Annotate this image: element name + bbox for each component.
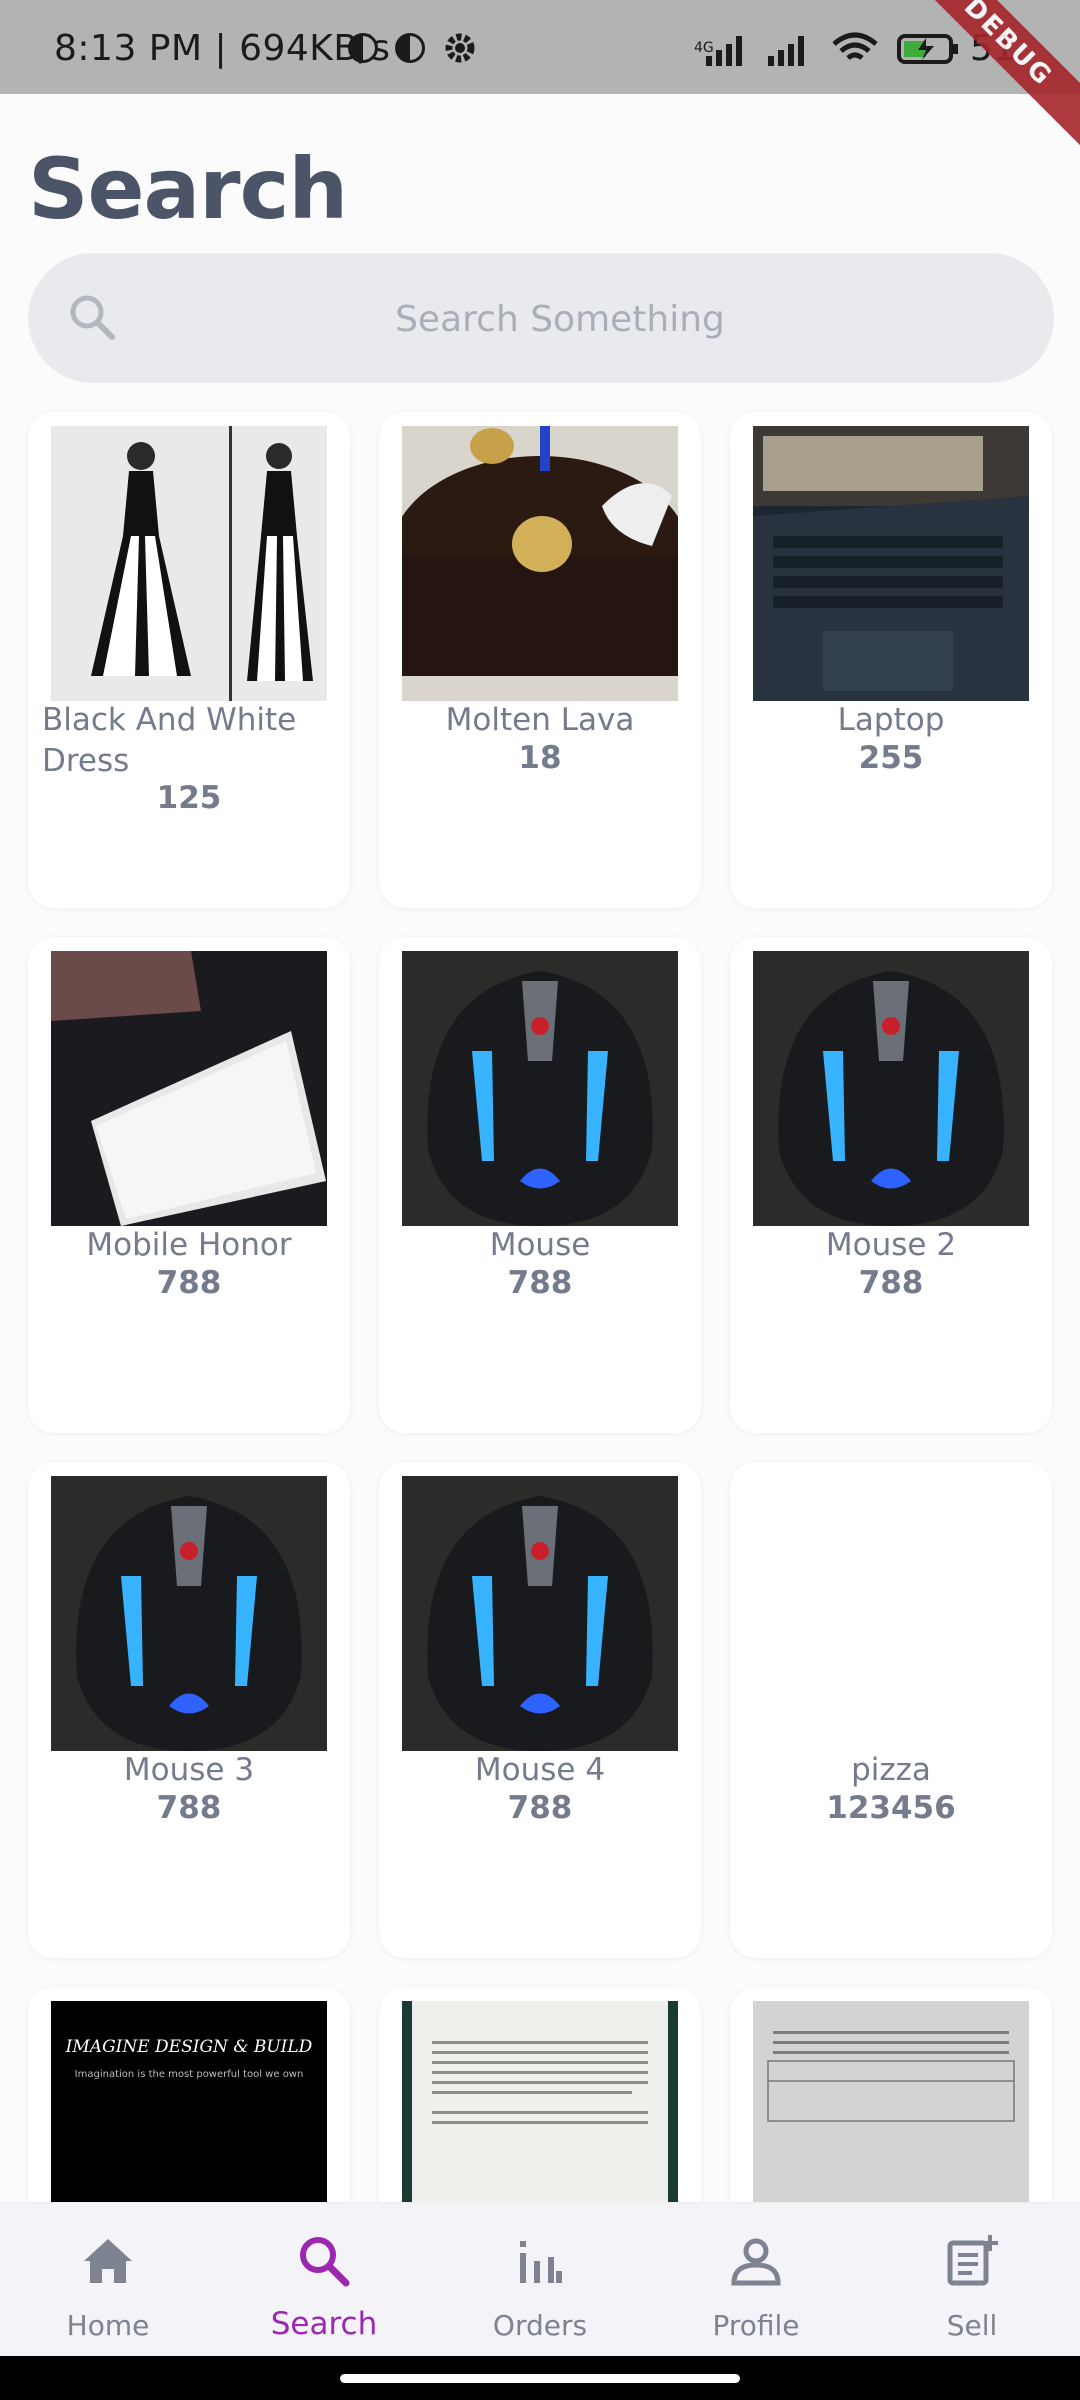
product-image-circular (753, 2001, 1029, 2202)
product-name: Mouse 3 (123, 1752, 255, 1788)
product-price: 788 (507, 1265, 573, 1301)
product-card[interactable]: Molten Lava 18 (379, 412, 701, 908)
nav-label: Orders (492, 2309, 588, 2342)
debug-banner: DEBUG (900, 0, 1080, 150)
product-card[interactable]: Laptop 255 (730, 412, 1052, 908)
product-image-mouse (753, 951, 1029, 1226)
nav-label: Profile (712, 2309, 800, 2342)
product-image-mouse (402, 1476, 678, 1751)
product-card[interactable]: Mouse 3 788 (28, 1462, 350, 1958)
product-price: 788 (156, 1790, 222, 1826)
product-name: Black And White Dress (42, 702, 297, 779)
product-image-mouse (51, 1476, 327, 1751)
settings-gear-icon (445, 33, 475, 63)
poster-subtitle: Imagination is the most powerful tool we… (74, 2069, 304, 2080)
product-image-document (402, 2001, 678, 2202)
page-title: Search (28, 140, 348, 238)
product-image-dress (51, 426, 327, 701)
product-price: 18 (518, 740, 562, 776)
product-card[interactable] (379, 1987, 701, 2202)
product-grid: Black And White Dress 125 Molten Lava 18 (0, 410, 1080, 2202)
product-price: 125 (156, 780, 222, 816)
product-price: 788 (156, 1265, 222, 1301)
product-name: Mouse 4 (474, 1752, 606, 1788)
status-time: 8:13 PM | 694KB/s (54, 28, 391, 69)
product-price: 255 (858, 740, 924, 776)
profile-icon (731, 2238, 781, 2286)
nav-label: Sell (946, 2309, 998, 2342)
product-card[interactable]: Black And White Dress 125 (28, 412, 350, 908)
product-card[interactable]: IMAGINE DESIGN & BUILD Imagination is th… (28, 1987, 350, 2202)
product-price: 123456 (826, 1790, 956, 1826)
home-indicator[interactable] (340, 2374, 740, 2383)
app-notification-icon (395, 33, 425, 63)
nav-profile[interactable]: Profile (648, 2203, 864, 2357)
search-input[interactable] (128, 253, 992, 385)
product-price: 788 (507, 1790, 573, 1826)
product-image-poster: IMAGINE DESIGN & BUILD Imagination is th… (51, 2001, 327, 2202)
product-price: 788 (858, 1265, 924, 1301)
nav-label: Home (66, 2309, 150, 2342)
nav-home[interactable]: Home (0, 2203, 216, 2357)
product-card[interactable]: Mouse 788 (379, 937, 701, 1433)
search-icon (70, 295, 115, 340)
product-card[interactable]: Mouse 2 788 (730, 937, 1052, 1433)
home-icon (84, 2239, 132, 2283)
product-name: Laptop (837, 702, 945, 738)
product-card[interactable]: Mobile Honor 788 (28, 937, 350, 1433)
search-icon (300, 2237, 350, 2287)
sell-icon (947, 2235, 998, 2286)
signal-icon (768, 36, 804, 66)
bottom-navigation: Home Search Orders Profile Sell (0, 2202, 1080, 2357)
search-bar[interactable] (28, 253, 1054, 385)
product-name: Mouse (489, 1227, 591, 1263)
product-image-mouse (402, 951, 678, 1226)
nav-orders[interactable]: Orders (432, 2203, 648, 2357)
product-name: Molten Lava (445, 702, 635, 738)
product-card[interactable]: pizza 123456 (730, 1462, 1052, 1958)
nav-label: Search (270, 2306, 378, 2342)
nav-search[interactable]: Search (216, 2203, 432, 2357)
app-notification-icon (348, 33, 378, 63)
product-image-cake (402, 426, 678, 701)
wifi-icon (832, 32, 878, 60)
system-gesture-bar (0, 2356, 1080, 2400)
product-name: Mouse 2 (825, 1227, 957, 1263)
product-image-phone (51, 951, 327, 1226)
product-card[interactable]: Mouse 4 788 (379, 1462, 701, 1958)
battery-icon (897, 34, 958, 64)
status-bar: 8:13 PM | 694KB/s 4G 51 DEBUG (0, 0, 1080, 150)
product-name: pizza (851, 1752, 931, 1788)
nav-sell[interactable]: Sell (864, 2203, 1080, 2357)
orders-icon (520, 2241, 562, 2283)
poster-title: IMAGINE DESIGN & BUILD (65, 2037, 313, 2057)
product-image-laptop (753, 426, 1029, 701)
signal-icon (706, 36, 742, 66)
product-card[interactable] (730, 1987, 1052, 2202)
product-name: Mobile Honor (86, 1227, 292, 1263)
